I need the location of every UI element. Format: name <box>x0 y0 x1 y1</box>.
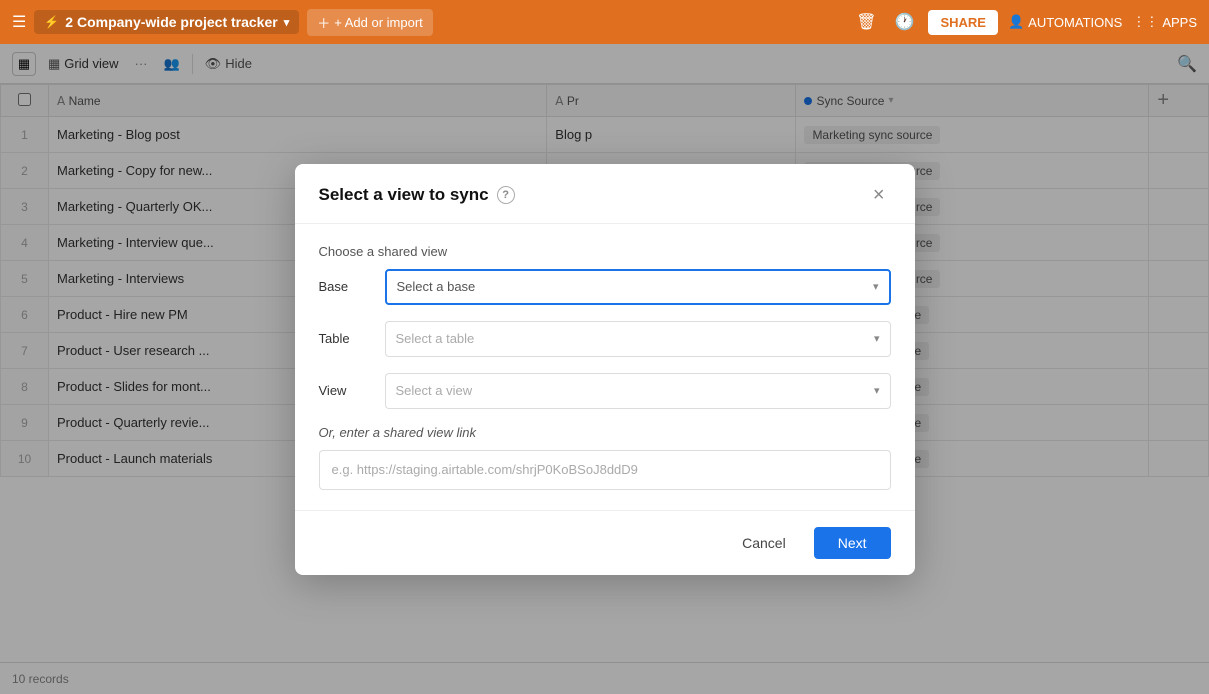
plus-icon: ＋ <box>317 13 330 32</box>
modal-footer: Cancel Next <box>295 510 915 575</box>
add-import-button[interactable]: ＋ + Add or import <box>307 9 433 36</box>
automations-icon: 👤 <box>1008 14 1024 30</box>
cancel-button[interactable]: Cancel <box>726 527 802 559</box>
modal: Select a view to sync ? × Choose a share… <box>295 164 915 575</box>
view-row: View Select a view ▾ <box>319 373 891 409</box>
modal-header: Select a view to sync ? × <box>295 164 915 224</box>
table-select-arrow-icon: ▾ <box>874 332 880 345</box>
view-label: View <box>319 383 369 398</box>
modal-title: Select a view to sync ? <box>319 185 515 205</box>
table-label: Table <box>319 331 369 346</box>
table-select[interactable]: Select a table ▾ <box>385 321 891 357</box>
section-label: Choose a shared view <box>319 244 891 259</box>
apps-icon: ⋮⋮ <box>1132 14 1158 30</box>
modal-close-button[interactable]: × <box>867 182 891 209</box>
topbar: ☰ ⚡ 2 Company-wide project tracker ▾ ＋ +… <box>0 0 1209 44</box>
or-section: Or, enter a shared view link <box>319 425 891 440</box>
base-row: Base Select a base ▾ <box>319 269 891 305</box>
project-title[interactable]: ⚡ 2 Company-wide project tracker ▾ <box>34 10 299 34</box>
apps-button[interactable]: ⋮⋮ APPS <box>1132 14 1197 30</box>
base-select-arrow-icon: ▾ <box>873 280 879 293</box>
content-area: ▦ ▦ Grid view ··· 👥 👁 Hide 🔍 𝖠 Name <box>0 44 1209 694</box>
topbar-right: 🗑 🕐 SHARE 👤 AUTOMATIONS ⋮⋮ APPS <box>852 8 1197 36</box>
table-row-select: Table Select a table ▾ <box>319 321 891 357</box>
history-icon[interactable]: 🕐 <box>891 8 919 36</box>
next-button[interactable]: Next <box>814 527 891 559</box>
automations-button[interactable]: 👤 AUTOMATIONS <box>1008 14 1122 30</box>
base-label: Base <box>319 279 369 294</box>
view-select[interactable]: Select a view ▾ <box>385 373 891 409</box>
lightning-icon: ⚡ <box>44 15 59 29</box>
base-select[interactable]: Select a base ▾ <box>385 269 891 305</box>
dropdown-arrow-icon: ▾ <box>284 16 290 29</box>
view-select-arrow-icon: ▾ <box>874 384 880 397</box>
trash-icon[interactable]: 🗑 <box>852 8 880 36</box>
modal-body: Choose a shared view Base Select a base … <box>295 224 915 510</box>
modal-overlay: Select a view to sync ? × Choose a share… <box>0 44 1209 694</box>
menu-icon[interactable]: ☰ <box>12 12 26 32</box>
shared-link-input[interactable] <box>319 450 891 490</box>
help-icon[interactable]: ? <box>497 186 515 204</box>
share-button[interactable]: SHARE <box>928 10 998 35</box>
